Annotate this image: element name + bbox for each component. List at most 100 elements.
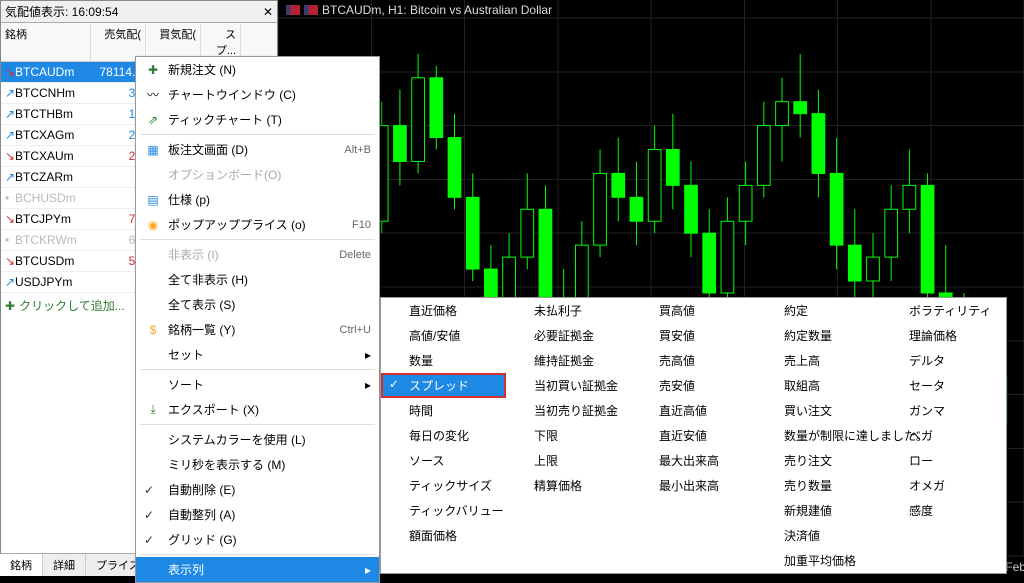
menu-item[interactable]: ▤仕様 (p) bbox=[136, 187, 379, 212]
submenu-item[interactable]: デルタ bbox=[881, 348, 1006, 373]
submenu-label: 加重平均価格 bbox=[784, 554, 856, 568]
submenu-label: 直近安値 bbox=[659, 429, 707, 443]
menu-icon: ⇗ bbox=[144, 113, 162, 127]
submenu-item[interactable]: 額面価格 bbox=[381, 523, 506, 548]
submenu-item[interactable]: ティックバリュー bbox=[381, 498, 506, 523]
submenu-item[interactable]: 加重平均価格 bbox=[756, 548, 881, 573]
submenu-item[interactable]: ソース bbox=[381, 448, 506, 473]
submenu-item[interactable]: 買い注文 bbox=[756, 398, 881, 423]
submenu-item[interactable]: ボラティリティ bbox=[881, 298, 1006, 323]
submenu-item[interactable]: ロー bbox=[881, 448, 1006, 473]
submenu-columns[interactable]: 直近価格高値/安値数量✓スプレッド時間毎日の変化ソースティックサイズティックバリ… bbox=[380, 297, 1007, 574]
submenu-item[interactable]: 取組高 bbox=[756, 373, 881, 398]
menu-separator bbox=[140, 239, 375, 240]
submenu-label: 売り数量 bbox=[784, 479, 832, 493]
symbol-name: ↘BTCAUDm bbox=[1, 64, 91, 80]
menu-item[interactable]: ⇗ ティックチャート (T) bbox=[136, 107, 379, 132]
submenu-item[interactable]: 未払利子 bbox=[506, 298, 631, 323]
check-icon: ✓ bbox=[144, 508, 162, 522]
submenu-item[interactable]: 感度 bbox=[881, 498, 1006, 523]
pair-flag-icon bbox=[304, 5, 318, 15]
menu-item[interactable]: 全て非表示 (H) bbox=[136, 267, 379, 292]
submenu-label: ソース bbox=[409, 454, 444, 468]
submenu-item[interactable]: 直近価格 bbox=[381, 298, 506, 323]
menu-item[interactable]: ▦板注文画面 (D)Alt+B bbox=[136, 137, 379, 162]
submenu-item[interactable]: 最小出来高 bbox=[631, 473, 756, 498]
mw-tab[interactable]: 銘柄 bbox=[0, 554, 43, 576]
submenu-label: 下限 bbox=[534, 429, 558, 443]
submenu-item[interactable]: 約定数量 bbox=[756, 323, 881, 348]
submenu-item[interactable]: 必要証拠金 bbox=[506, 323, 631, 348]
submenu-item[interactable]: 高値/安値 bbox=[381, 323, 506, 348]
menu-item[interactable]: ✓自動削除 (E) bbox=[136, 477, 379, 502]
menu-separator bbox=[140, 424, 375, 425]
menu-shortcut: Delete bbox=[339, 249, 371, 261]
submenu-item[interactable]: 精算価格 bbox=[506, 473, 631, 498]
menu-item[interactable]: 〰チャートウインドウ (C) bbox=[136, 82, 379, 107]
submenu-label: 精算価格 bbox=[534, 479, 582, 493]
submenu-item[interactable]: 維持証拠金 bbox=[506, 348, 631, 373]
submenu-label: セータ bbox=[909, 379, 945, 393]
submenu-item[interactable]: 上限 bbox=[506, 448, 631, 473]
submenu-item[interactable]: 直近高値 bbox=[631, 398, 756, 423]
menu-item[interactable]: ソート▸ bbox=[136, 372, 379, 397]
submenu-item[interactable]: 売高値 bbox=[631, 348, 756, 373]
submenu-item[interactable]: セータ bbox=[881, 373, 1006, 398]
submenu-label: ガンマ bbox=[909, 404, 945, 418]
submenu-item[interactable]: べガ bbox=[881, 423, 1006, 448]
submenu-item[interactable]: 当初売り証拠金 bbox=[506, 398, 631, 423]
menu-label: 全て非表示 (H) bbox=[168, 271, 371, 288]
submenu-item[interactable]: 売上高 bbox=[756, 348, 881, 373]
submenu-label: ティックバリュー bbox=[409, 504, 504, 518]
submenu-item[interactable]: 買安値 bbox=[631, 323, 756, 348]
submenu-item[interactable]: 新規建値 bbox=[756, 498, 881, 523]
menu-item[interactable]: $銘柄一覧 (Y)Ctrl+U bbox=[136, 317, 379, 342]
submenu-item[interactable]: 最大出来高 bbox=[631, 448, 756, 473]
menu-label: チャートウインドウ (C) bbox=[168, 86, 371, 103]
menu-item[interactable]: ◉ポップアッププライス (o)F10 bbox=[136, 212, 379, 237]
menu-label: 全て表示 (S) bbox=[168, 296, 371, 313]
submenu-item[interactable]: オメガ bbox=[881, 473, 1006, 498]
col-symbol[interactable]: 銘柄 bbox=[1, 23, 91, 61]
symbol-name: ↗BTCTHBm bbox=[1, 106, 91, 122]
mw-tab[interactable]: 詳細 bbox=[43, 554, 86, 576]
menu-item[interactable]: ミリ秒を表示する (M) bbox=[136, 452, 379, 477]
submenu-item[interactable]: 買高値 bbox=[631, 298, 756, 323]
submenu-item[interactable]: ティックサイズ bbox=[381, 473, 506, 498]
submenu-item[interactable]: 売り注文 bbox=[756, 448, 881, 473]
context-menu[interactable]: ✚新規注文 (N)〰チャートウインドウ (C) ⇗ ティックチャート (T) ▦板注文… bbox=[135, 56, 380, 583]
submenu-column: 直近価格高値/安値数量✓スプレッド時間毎日の変化ソースティックサイズティックバリ… bbox=[381, 298, 506, 573]
close-icon[interactable]: ✕ bbox=[263, 5, 273, 19]
submenu-item[interactable]: 数量が制限に達しました。 bbox=[756, 423, 881, 448]
submenu-item[interactable]: 売り数量 bbox=[756, 473, 881, 498]
menu-item[interactable]: セット▸ bbox=[136, 342, 379, 367]
menu-item[interactable]: ✓自動整列 (A) bbox=[136, 502, 379, 527]
market-watch-title: 気配値表示: 16:09:54 bbox=[5, 3, 118, 20]
submenu-item[interactable]: 売安値 bbox=[631, 373, 756, 398]
submenu-item[interactable]: 毎日の変化 bbox=[381, 423, 506, 448]
menu-item[interactable]: ⤓エクスポート (X) bbox=[136, 397, 379, 422]
submenu-label: スプレッド bbox=[409, 379, 469, 393]
submenu-item[interactable]: 当初買い証拠金 bbox=[506, 373, 631, 398]
submenu-label: 約定数量 bbox=[784, 329, 832, 343]
menu-item[interactable]: 表示列▸ bbox=[136, 557, 379, 582]
menu-item[interactable]: 全て表示 (S) bbox=[136, 292, 379, 317]
menu-label: ティックチャート (T) bbox=[168, 111, 371, 128]
submenu-item[interactable]: ガンマ bbox=[881, 398, 1006, 423]
submenu-item[interactable]: 数量 bbox=[381, 348, 506, 373]
menu-item[interactable]: ✓グリッド (G) bbox=[136, 527, 379, 552]
menu-item[interactable]: システムカラーを使用 (L) bbox=[136, 427, 379, 452]
chart-title: BTCAUDm, H1: Bitcoin vs Australian Dolla… bbox=[286, 3, 552, 17]
submenu-item[interactable]: 約定 bbox=[756, 298, 881, 323]
symbol-name: •BTCKRWm bbox=[1, 232, 91, 248]
submenu-label: 取組高 bbox=[784, 379, 820, 393]
submenu-label: ティックサイズ bbox=[409, 479, 492, 493]
menu-label: 表示列 bbox=[168, 561, 365, 578]
submenu-item[interactable]: 決済値 bbox=[756, 523, 881, 548]
submenu-item[interactable]: 直近安値 bbox=[631, 423, 756, 448]
submenu-item[interactable]: ✓スプレッド bbox=[381, 373, 506, 398]
submenu-item[interactable]: 理論価格 bbox=[881, 323, 1006, 348]
submenu-item[interactable]: 時間 bbox=[381, 398, 506, 423]
submenu-item[interactable]: 下限 bbox=[506, 423, 631, 448]
menu-item[interactable]: ✚新規注文 (N) bbox=[136, 57, 379, 82]
